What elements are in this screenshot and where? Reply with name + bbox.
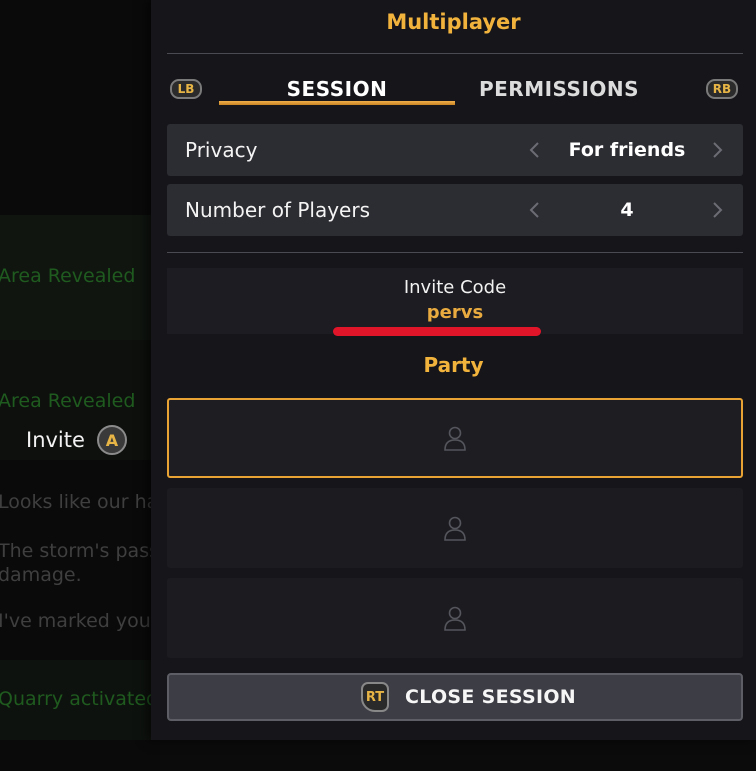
bg-message: Area Revealed [0,265,136,287]
a-button-icon[interactable]: A [96,425,127,455]
invite-code-value: pervs [426,302,484,323]
active-tab-indicator [219,101,455,105]
number-of-players-setting[interactable]: Number of Players 4 [167,184,743,236]
person-icon [443,605,467,631]
lb-bumper-icon[interactable]: LB [170,79,202,99]
divider [167,252,743,253]
bg-message: I've marked your [0,610,159,632]
chevron-left-icon[interactable] [525,200,545,220]
red-annotation-mark [333,327,541,336]
party-title: Party [423,353,484,377]
person-icon [443,515,467,541]
panel-title: Multiplayer [386,10,521,34]
tab-permissions[interactable]: PERMISSIONS [441,74,677,104]
privacy-value: For friends [568,139,686,161]
invite-action[interactable]: Invite A [26,425,127,455]
person-icon [443,425,467,451]
bg-message: Quarry activated [0,688,159,710]
close-session-button[interactable]: RT CLOSE SESSION [167,673,743,721]
rb-bumper-icon[interactable]: RB [706,79,738,99]
rt-trigger-icon: RT [361,682,389,712]
bg-message: damage. [0,564,82,586]
privacy-setting[interactable]: Privacy For friends [167,124,743,176]
number-of-players-label: Number of Players [185,198,370,222]
privacy-label: Privacy [185,138,258,162]
tab-session[interactable]: SESSION [219,74,455,104]
party-slot[interactable] [167,578,743,658]
bg-message: Looks like our ha [0,491,159,513]
invite-code-label: Invite Code [403,277,507,298]
chevron-right-icon[interactable] [707,200,727,220]
party-slot[interactable] [167,398,743,478]
party-slot[interactable] [167,488,743,568]
chevron-left-icon[interactable] [525,140,545,160]
bg-message: Area Revealed [0,390,136,412]
chevron-right-icon[interactable] [707,140,727,160]
invite-label: Invite [26,428,85,452]
divider [167,53,743,54]
invite-code-box: Invite Code pervs [167,268,743,334]
number-of-players-value: 4 [620,199,634,221]
background-game-layer: Area Revealed Area Revealed Looks like o… [0,0,160,771]
close-session-label: CLOSE SESSION [405,686,577,708]
bg-message: The storm's pass [0,540,159,562]
multiplayer-panel: Multiplayer LB SESSION PERMISSIONS RB Pr… [151,0,756,740]
